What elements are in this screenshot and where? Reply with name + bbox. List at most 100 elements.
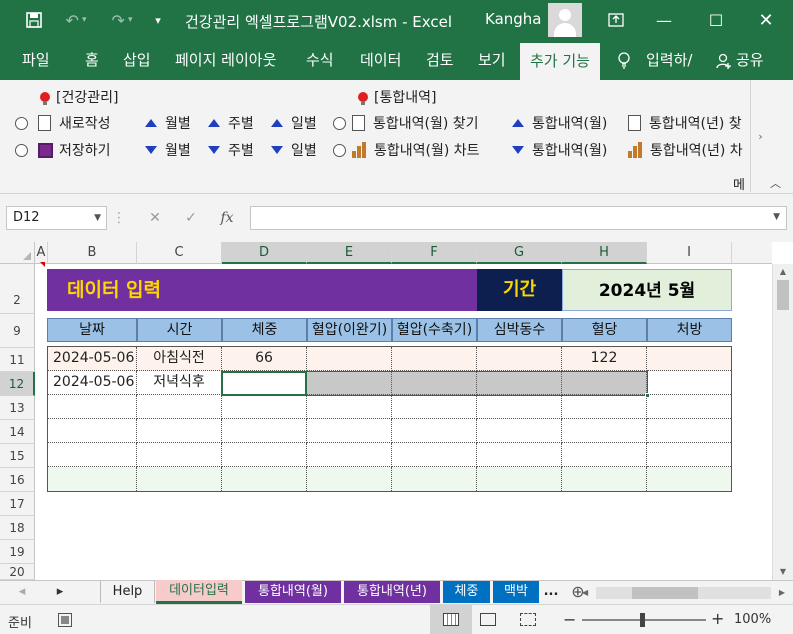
column-header-c[interactable]: C	[137, 242, 222, 264]
row-header-13[interactable]: 13	[0, 396, 35, 420]
cell-f13[interactable]	[392, 395, 477, 419]
cell-f11[interactable]	[392, 347, 477, 371]
next-sheet-icon[interactable]: ▸	[50, 581, 70, 603]
minimize-icon[interactable]: —	[644, 0, 684, 40]
cell-c16[interactable]	[137, 467, 222, 491]
save-data-button[interactable]: 저장하기	[15, 139, 111, 161]
column-header-a[interactable]: A	[35, 242, 48, 264]
row-header-2[interactable]: 2	[0, 264, 35, 314]
cell-h13[interactable]	[562, 395, 647, 419]
cell-e12[interactable]	[307, 371, 392, 395]
select-all-corner[interactable]	[0, 242, 35, 264]
radio-icon[interactable]	[15, 116, 28, 130]
sheet-tab-pulse[interactable]: 맥박	[493, 581, 539, 603]
scroll-thumb[interactable]	[632, 587, 698, 599]
row-header-11[interactable]: 11	[0, 348, 35, 372]
tab-review[interactable]: 검토	[426, 40, 454, 80]
row-header-18[interactable]: 18	[0, 516, 35, 540]
radio-icon[interactable]	[333, 143, 346, 157]
scroll-thumb[interactable]	[777, 280, 789, 310]
find-yearly-button[interactable]: 통합내역(년) 찾	[628, 112, 750, 134]
prev-sheet-icon[interactable]: ◂	[12, 581, 32, 603]
tab-formulas[interactable]: 수식	[306, 40, 334, 80]
row-header-12[interactable]: 12	[0, 372, 35, 396]
cell-e11[interactable]	[307, 347, 392, 371]
tab-file[interactable]: 파일	[22, 40, 50, 80]
tab-add-ins[interactable]: 추가 기능	[520, 43, 600, 80]
cell-g15[interactable]	[477, 443, 562, 467]
customize-quick-access-icon[interactable]: ▾	[148, 0, 168, 40]
ribbon-display-options-icon[interactable]	[596, 0, 636, 40]
cell-h14[interactable]	[562, 419, 647, 443]
cell-h15[interactable]	[562, 443, 647, 467]
cell-i14[interactable]	[647, 419, 731, 443]
sheet-tab-weight[interactable]: 체중	[443, 581, 490, 603]
chart-yearly-button[interactable]: 통합내역(년) 차	[628, 139, 750, 161]
cell-d13[interactable]	[222, 395, 307, 419]
more-sheets-button[interactable]: ...	[541, 581, 561, 603]
column-header-e[interactable]: E	[307, 242, 392, 264]
cell-h12[interactable]	[562, 371, 647, 395]
chevron-down-icon[interactable]: ▼	[94, 207, 101, 229]
cell-d11[interactable]: 66	[222, 347, 307, 371]
cancel-icon[interactable]: ✕	[140, 206, 170, 230]
summary-monthly-desc-button[interactable]: 통합내역(월)	[512, 139, 607, 161]
tab-view[interactable]: 보기	[478, 40, 506, 80]
scroll-down-icon[interactable]: ▼	[773, 564, 793, 580]
radio-icon[interactable]	[333, 116, 346, 130]
user-name[interactable]: Kangha	[485, 10, 542, 28]
cell-b11[interactable]: 2024-05-06	[48, 347, 137, 371]
avatar[interactable]	[548, 3, 582, 37]
save-icon[interactable]	[16, 0, 52, 40]
name-box[interactable]: D12 ▼	[6, 206, 107, 230]
zoom-level[interactable]: 100%	[734, 612, 771, 627]
sort-daily-asc-button[interactable]: 일별	[271, 112, 317, 134]
cell-b16[interactable]	[48, 467, 137, 491]
column-header-i[interactable]: I	[647, 242, 732, 264]
ribbon-scroll-right-icon[interactable]: ›	[750, 80, 770, 192]
sort-monthly-asc-button[interactable]: 월별	[145, 112, 191, 134]
cell-f15[interactable]	[392, 443, 477, 467]
cell-d15[interactable]	[222, 443, 307, 467]
cell-e14[interactable]	[307, 419, 392, 443]
cell-b14[interactable]	[48, 419, 137, 443]
cell-d14[interactable]	[222, 419, 307, 443]
page-break-view-icon[interactable]	[520, 613, 536, 626]
cell-f16[interactable]	[392, 467, 477, 491]
sheet-tab-help[interactable]: Help	[100, 581, 155, 603]
zoom-out-icon[interactable]: −	[563, 610, 576, 629]
cell-b13[interactable]	[48, 395, 137, 419]
vertical-scrollbar[interactable]: ▲ ▼	[772, 264, 793, 580]
scroll-right-icon[interactable]: ▶	[779, 587, 785, 599]
redo-icon[interactable]: ↷ ▾	[100, 0, 144, 40]
tell-me-search[interactable]: 입력하/	[646, 40, 692, 80]
row-header-14[interactable]: 14	[0, 420, 35, 444]
cell-f14[interactable]	[392, 419, 477, 443]
collapse-ribbon-icon[interactable]: ︿	[770, 172, 781, 194]
cell-i16[interactable]	[647, 467, 731, 491]
cell-i11[interactable]	[647, 347, 731, 371]
cell-d16[interactable]	[222, 467, 307, 491]
row-header-16[interactable]: 16	[0, 468, 35, 492]
sort-weekly-asc-button[interactable]: 주별	[208, 112, 254, 134]
row-header-15[interactable]: 15	[0, 444, 35, 468]
sort-weekly-desc-button[interactable]: 주별	[208, 139, 254, 161]
column-header-b[interactable]: B	[48, 242, 137, 264]
sort-daily-desc-button[interactable]: 일별	[271, 139, 317, 161]
cell-h11[interactable]: 122	[562, 347, 647, 371]
cell-g11[interactable]	[477, 347, 562, 371]
insert-function-icon[interactable]: fx	[212, 206, 242, 230]
cell-g13[interactable]	[477, 395, 562, 419]
column-header-g[interactable]: G	[477, 242, 562, 264]
page-layout-view-icon[interactable]	[480, 613, 496, 626]
period-value[interactable]: 2024년 5월	[562, 269, 732, 311]
new-button[interactable]: 새로작성	[15, 112, 111, 134]
row-header-20[interactable]: 20	[0, 564, 35, 580]
cell-g16[interactable]	[477, 467, 562, 491]
find-monthly-button[interactable]: 통합내역(월) 찾기	[333, 112, 479, 134]
formula-input[interactable]: ▼	[250, 206, 787, 230]
cell-b12[interactable]: 2024-05-06	[48, 371, 137, 395]
tab-data[interactable]: 데이터	[360, 40, 401, 80]
chevron-down-icon[interactable]: ▼	[773, 212, 780, 222]
active-cell-d12[interactable]	[221, 371, 307, 396]
